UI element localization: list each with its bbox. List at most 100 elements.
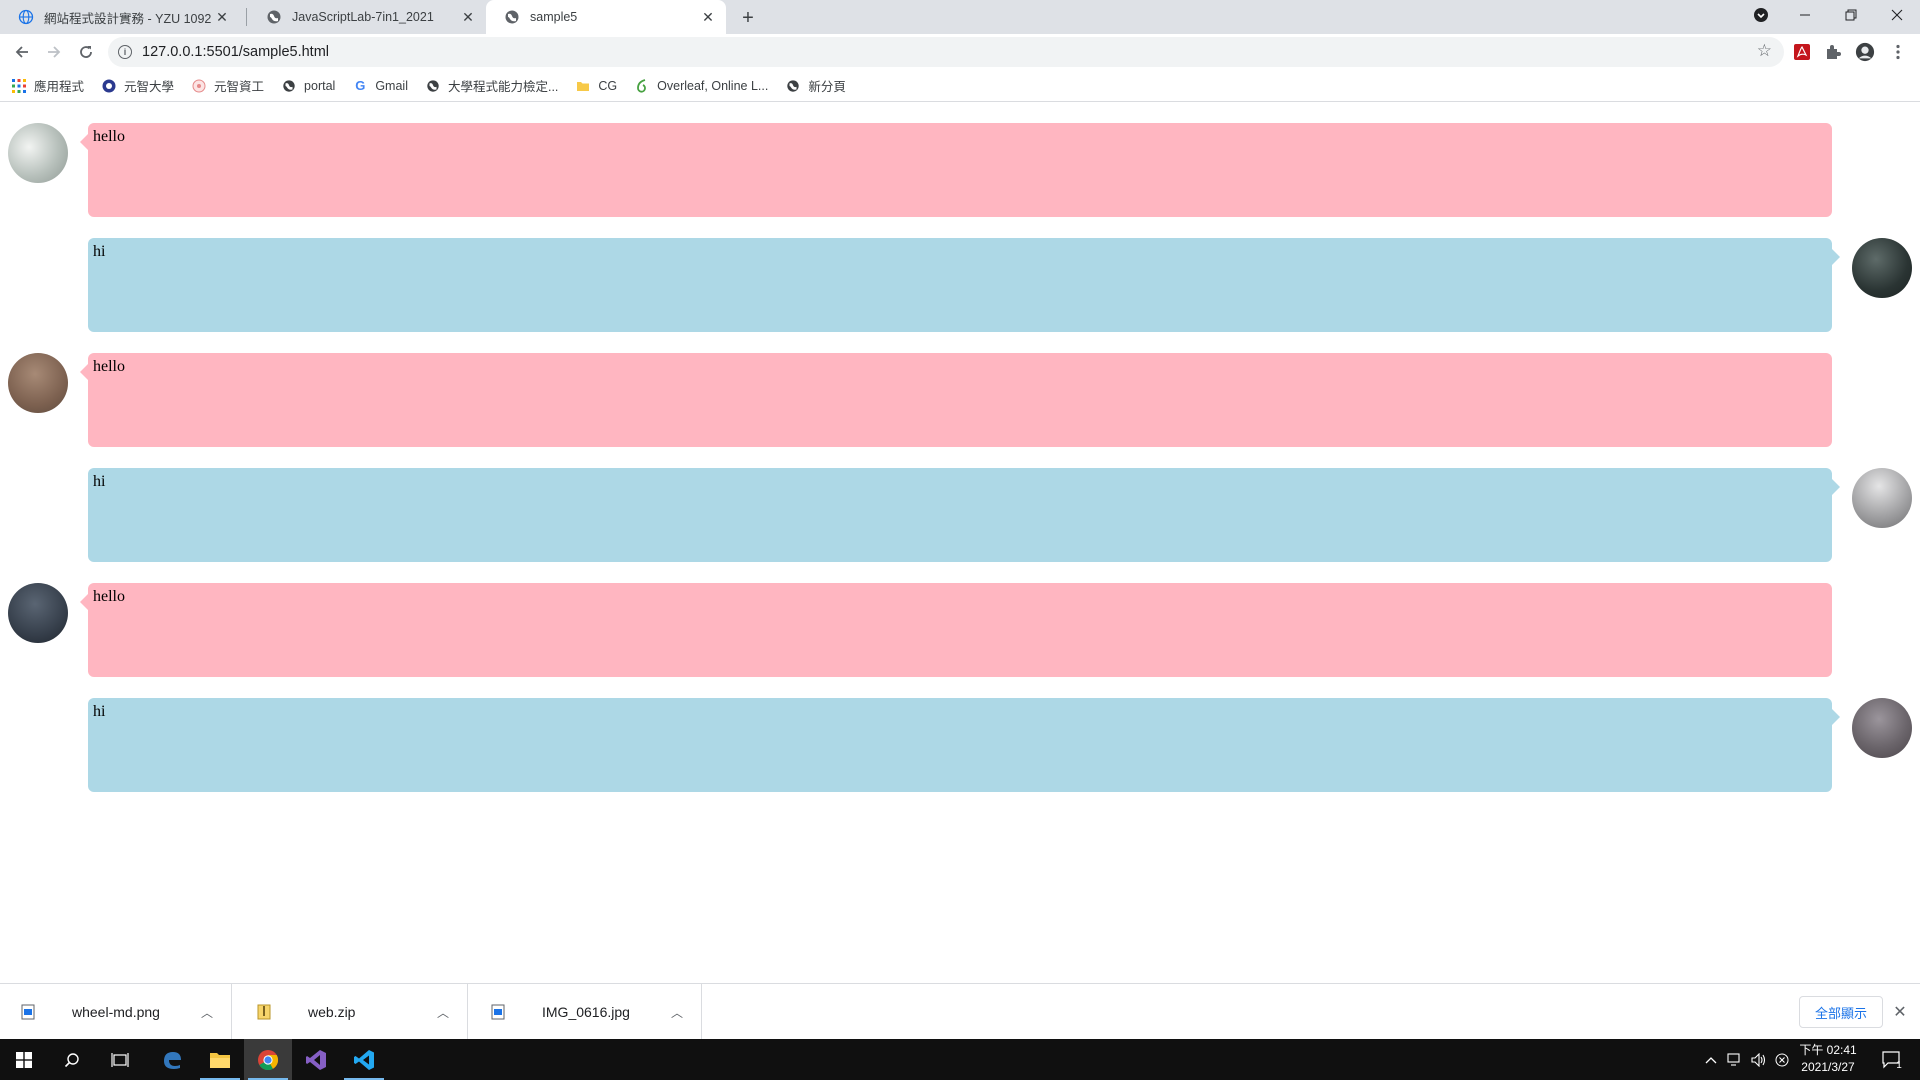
image-file-icon: [20, 1004, 36, 1020]
task-view-icon[interactable]: [96, 1039, 144, 1080]
visual-studio-icon[interactable]: [292, 1039, 340, 1080]
world-icon: [504, 9, 520, 25]
windows-taskbar: 下午 02:41 2021/3/27 1: [0, 1039, 1920, 1080]
bookmark-gmail[interactable]: G Gmail: [353, 78, 408, 93]
chevron-up-icon[interactable]: ︿: [201, 1004, 213, 1021]
bookmark-label: 應用程式: [34, 80, 85, 94]
notification-count-badge: 1: [1896, 1060, 1902, 1071]
minimize-icon: [1800, 14, 1810, 16]
avatar: [1852, 238, 1912, 298]
extensions-puzzle-icon[interactable]: [1823, 42, 1843, 62]
bookmark-label: 元智資工: [214, 80, 265, 94]
bookmark-cpe[interactable]: 大學程式能力檢定...: [426, 76, 558, 95]
notification-center-button[interactable]: 1: [1872, 1039, 1912, 1080]
message-bubble-right: hi: [88, 238, 1840, 332]
overleaf-icon: [635, 78, 649, 93]
message-bubble-right: hi: [88, 468, 1840, 562]
globe-icon: [18, 9, 34, 25]
new-tab-button[interactable]: +: [736, 6, 760, 30]
tab-title: sample5: [530, 10, 578, 24]
message-bubble-left: hello: [80, 583, 1832, 677]
bookmark-label: 元智大學: [124, 80, 175, 94]
bookmark-cse[interactable]: 元智資工: [192, 76, 264, 95]
bookmark-apps[interactable]: 應用程式: [12, 76, 84, 95]
bookmark-folder-cg[interactable]: CG: [576, 79, 617, 93]
volume-icon[interactable]: [1748, 1039, 1770, 1080]
file-explorer-icon[interactable]: [196, 1039, 244, 1080]
address-bar[interactable]: i 127.0.0.1:5501/sample5.html ☆: [108, 37, 1784, 67]
site-info-icon[interactable]: i: [118, 45, 132, 59]
bookmark-portal[interactable]: portal: [282, 79, 335, 93]
network-icon[interactable]: [1724, 1039, 1746, 1080]
bookmark-label: 新分頁: [808, 80, 846, 94]
world-icon: [426, 79, 440, 93]
bookmarks-bar: 應用程式 元智大學 元智資工 portal G Gmail 大學程式能力檢定..…: [0, 70, 1920, 102]
yzu-logo-icon: [102, 79, 116, 93]
chevron-down-icon: [1754, 8, 1768, 22]
zip-file-icon: [256, 1004, 272, 1020]
minimize-button[interactable]: [1782, 0, 1828, 30]
forward-button[interactable]: [42, 40, 66, 64]
clock-date: 2021/3/27: [1801, 1060, 1855, 1074]
close-tab-icon[interactable]: ✕: [458, 7, 478, 27]
message-bubble-left: hello: [80, 123, 1832, 217]
download-filename: web.zip: [308, 1004, 356, 1020]
tab-sample5[interactable]: sample5 ✕: [486, 0, 726, 34]
pdf-extension-icon[interactable]: [1792, 42, 1812, 62]
avatar: [8, 123, 68, 183]
tab-yzu[interactable]: 網站程式設計實務 - YZU 1092 ✕: [0, 0, 240, 34]
chrome-icon[interactable]: [244, 1039, 292, 1080]
restore-button[interactable]: [1828, 0, 1874, 30]
close-icon[interactable]: ✕: [1890, 1000, 1910, 1024]
close-icon: [1891, 9, 1903, 21]
world-icon: [266, 9, 282, 25]
avatar: [8, 353, 68, 413]
tab-javascriptlab[interactable]: JavaScriptLab-7in1_2021 ✕: [248, 0, 486, 34]
tab-title: JavaScriptLab-7in1_2021: [292, 10, 434, 24]
vscode-icon[interactable]: [340, 1039, 388, 1080]
close-tab-icon[interactable]: ✕: [698, 7, 718, 27]
chevron-up-icon[interactable]: [1700, 1039, 1722, 1080]
bookmark-yzu[interactable]: 元智大學: [102, 76, 174, 95]
windows-start-icon[interactable]: [0, 1039, 48, 1080]
message-text: hi: [93, 703, 106, 720]
bookmark-new-tab[interactable]: 新分頁: [786, 76, 846, 95]
message-text: hello: [93, 358, 125, 375]
status-x-icon[interactable]: [1772, 1039, 1792, 1080]
world-icon: [786, 79, 800, 93]
message-bubble-left: hello: [80, 353, 1832, 447]
chevron-up-icon[interactable]: ︿: [437, 1004, 449, 1021]
menu-kebab-icon[interactable]: [1888, 42, 1908, 62]
tab-search-button[interactable]: [1738, 0, 1784, 30]
bookmark-label: Overleaf, Online L...: [657, 78, 769, 93]
bookmark-label: Gmail: [375, 78, 408, 93]
avatar: [8, 583, 68, 643]
tab-strip: 網站程式設計實務 - YZU 1092 ✕ JavaScriptLab-7in1…: [0, 0, 1920, 34]
download-item[interactable]: web.zip ︿: [236, 984, 468, 1040]
show-all-downloads-button[interactable]: 全部顯示: [1798, 996, 1883, 1028]
back-button[interactable]: [10, 40, 34, 64]
close-window-button[interactable]: [1874, 0, 1920, 30]
folder-icon: [576, 79, 590, 93]
chevron-up-icon[interactable]: ︿: [671, 1004, 683, 1021]
image-file-icon: [490, 1004, 506, 1020]
message-text: hi: [93, 243, 106, 260]
download-item[interactable]: wheel-md.png ︿: [0, 984, 232, 1040]
bookmark-star-icon[interactable]: ☆: [1757, 41, 1772, 61]
taskbar-clock[interactable]: 下午 02:41 2021/3/27: [1792, 1042, 1864, 1076]
bookmark-label: portal: [304, 78, 336, 93]
world-icon: [282, 79, 296, 93]
close-tab-icon[interactable]: ✕: [212, 7, 232, 27]
reload-button[interactable]: [74, 40, 98, 64]
bookmark-label: CG: [598, 78, 618, 93]
edge-icon[interactable]: [148, 1039, 196, 1080]
cse-logo-icon: [192, 79, 206, 93]
download-item[interactable]: IMG_0616.jpg ︿: [470, 984, 702, 1040]
profile-avatar-icon[interactable]: [1855, 42, 1875, 62]
restore-icon: [1845, 9, 1857, 21]
message-bubble-right: hi: [88, 698, 1840, 792]
reload-icon: [80, 46, 92, 58]
bookmark-overleaf[interactable]: Overleaf, Online L...: [635, 79, 768, 93]
avatar: [1852, 698, 1912, 758]
search-icon[interactable]: [48, 1039, 96, 1080]
